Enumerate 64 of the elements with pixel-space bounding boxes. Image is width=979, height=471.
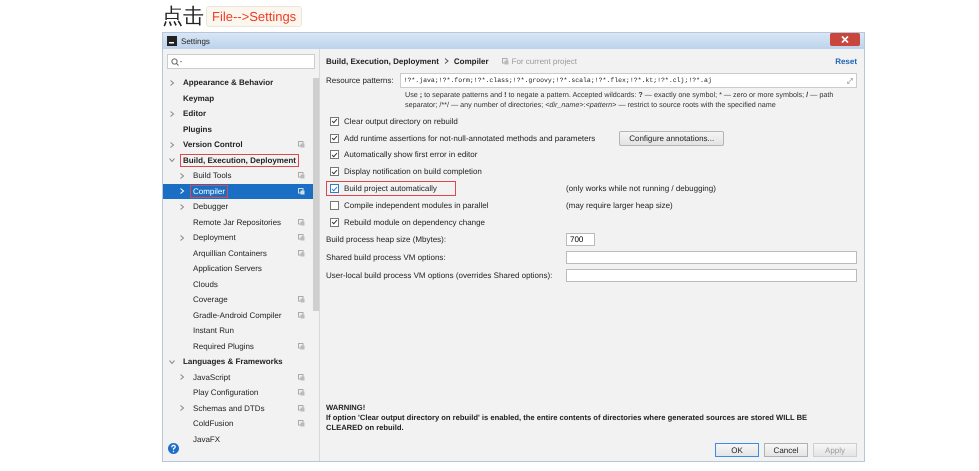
checkbox[interactable] xyxy=(330,184,339,194)
option-note: (may require larger heap size) xyxy=(566,200,673,210)
settings-tree-item[interactable]: Appearance & Behavior xyxy=(163,75,313,90)
settings-tree-item[interactable]: Instant Run xyxy=(163,323,313,338)
settings-tree-item[interactable]: Editor xyxy=(163,106,313,122)
settings-tree-item[interactable]: Remote Jar Repositories xyxy=(163,214,313,230)
field-label: Shared build process VM options: xyxy=(326,253,447,262)
settings-tree-item[interactable]: Keymap xyxy=(163,90,313,106)
reset-link[interactable]: Reset xyxy=(835,56,857,66)
dialog-button[interactable]: Cancel xyxy=(764,443,808,457)
dialog-button[interactable]: OK xyxy=(715,443,759,457)
option-note: (only works while not running / debugging) xyxy=(566,184,716,194)
settings-tree-item[interactable]: Arquillian Containers xyxy=(163,246,313,261)
checkbox-label: Display notification on build completion xyxy=(344,167,482,176)
settings-tree-item[interactable]: JavaScript xyxy=(163,370,313,385)
checkbox-label: Compile independent modules in parallel xyxy=(344,200,489,210)
vm-options-field[interactable] xyxy=(566,251,857,264)
search-icon xyxy=(171,58,183,66)
window-title: Settings xyxy=(181,36,210,46)
settings-tree-item[interactable]: ColdFusion xyxy=(163,416,313,432)
settings-tree-item[interactable]: Clouds xyxy=(163,276,313,292)
checkbox[interactable] xyxy=(330,150,339,160)
configure-annotations-button[interactable]: Configure annotations... xyxy=(619,130,724,146)
checkbox[interactable] xyxy=(330,167,339,176)
vm-options-field[interactable] xyxy=(566,269,857,282)
settings-tree-item[interactable]: Plugins xyxy=(163,122,313,137)
close-icon[interactable] xyxy=(830,33,860,46)
settings-tree-item[interactable]: Version Control xyxy=(163,137,313,152)
checkbox-label: Add runtime assertions for not-null-annotated methods and parameters xyxy=(344,134,596,143)
scrollbar-thumb[interactable] xyxy=(313,78,319,311)
breadcrumb-item: Compiler xyxy=(454,56,489,66)
settings-tree-item[interactable]: Deployment xyxy=(163,230,313,246)
checkbox-label: Clear output directory on rebuild xyxy=(344,116,458,126)
app-icon xyxy=(167,36,177,46)
heap-size-field[interactable]: 700 xyxy=(566,233,595,246)
settings-tree-item[interactable]: Schemas and DTDs xyxy=(163,400,313,416)
field-label: Build process heap size (Mbytes): xyxy=(326,235,448,244)
settings-tree-item[interactable]: Languages & Frameworks xyxy=(163,354,313,370)
settings-tree-item[interactable]: Coverage xyxy=(163,292,313,308)
settings-tree-item[interactable]: Debugger xyxy=(163,199,313,214)
settings-tree-item[interactable]: Compiler xyxy=(163,184,313,199)
field-label: User-local build process VM options (overrides Shared options): xyxy=(326,271,554,280)
settings-tree-item[interactable]: Required Plugins xyxy=(163,338,313,354)
help-icon[interactable] xyxy=(168,442,179,454)
settings-tree-item[interactable]: Application Servers xyxy=(163,261,313,276)
search-field[interactable] xyxy=(167,54,315,69)
menu-path-tag: File-->Settings xyxy=(206,6,302,26)
project-scope-icon xyxy=(502,58,509,64)
scope-note: For current project xyxy=(512,56,577,66)
settings-tree-item[interactable]: Gradle-Android Compiler xyxy=(163,308,313,323)
checkbox[interactable] xyxy=(330,218,339,227)
checkbox[interactable] xyxy=(330,116,339,126)
checkbox-label: Build project automatically xyxy=(344,184,437,194)
settings-tree-item[interactable]: Play Configuration xyxy=(163,385,313,400)
settings-tree-item[interactable]: JavaFX xyxy=(163,432,313,447)
checkbox[interactable] xyxy=(330,134,339,143)
breadcrumb-item: Build, Execution, Deployment xyxy=(326,56,439,66)
chevron-icon xyxy=(444,58,449,64)
checkbox[interactable] xyxy=(330,200,339,210)
checkbox-label: Automatically show first error in editor xyxy=(344,150,478,160)
settings-tree-item[interactable]: Build Tools xyxy=(163,168,313,184)
caption-text: 点击 xyxy=(162,3,204,30)
checkbox-label: Rebuild module on dependency change xyxy=(344,218,485,227)
field-label: Resource patterns: xyxy=(326,76,394,85)
